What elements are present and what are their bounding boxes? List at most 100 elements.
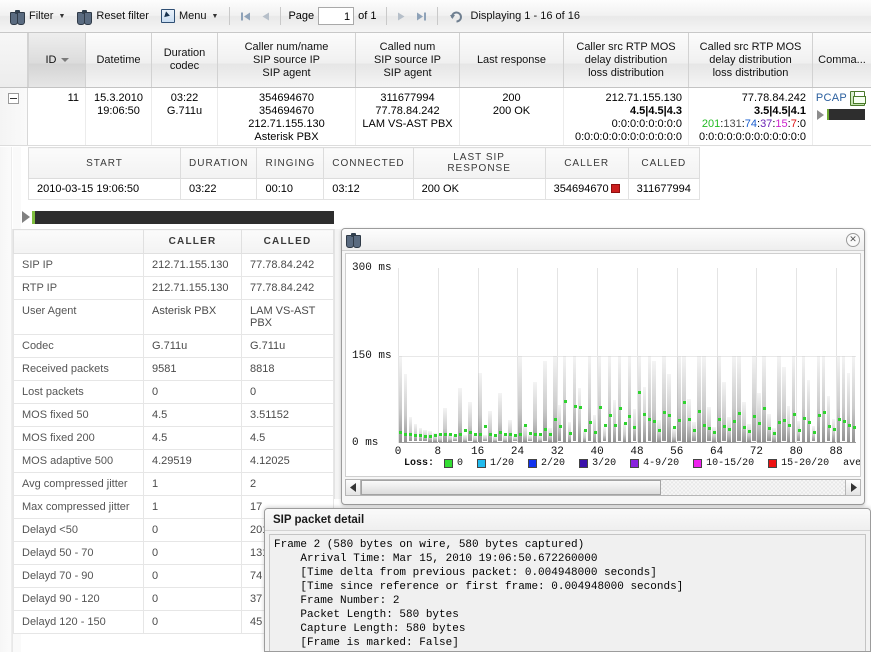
detail-cell-label: MOS adaptive 500 xyxy=(14,450,144,473)
delay-range-bar xyxy=(667,374,671,442)
column-header-called[interactable]: Called num SIP source IP SIP agent xyxy=(356,33,460,87)
filter-label: Filter xyxy=(29,10,53,22)
cell-duration-value: 03:22 xyxy=(152,92,217,105)
binoculars-icon[interactable] xyxy=(346,232,361,247)
pcap-download-link[interactable]: PCAP xyxy=(816,91,865,106)
average-delay-point xyxy=(574,405,577,408)
average-delay-point xyxy=(828,425,831,428)
column-header-called-line2: SIP source IP xyxy=(374,54,441,67)
sip-packet-detail-body[interactable]: Frame 2 (580 bytes on wire, 580 bytes ca… xyxy=(269,534,866,651)
delay-range-bar xyxy=(742,402,746,442)
average-delay-point xyxy=(489,433,492,436)
average-delay-point xyxy=(509,433,512,436)
cell-last-response-code: 200 xyxy=(460,92,563,105)
sip-packet-detail-title: SIP packet detail xyxy=(265,509,870,531)
summary-header-ringing: RINGING xyxy=(257,148,324,179)
prev-page-button[interactable] xyxy=(255,6,275,26)
average-delay-point xyxy=(788,424,791,427)
scroll-right-arrow-icon[interactable] xyxy=(845,480,860,495)
delay-distribution-plot[interactable] xyxy=(398,268,856,443)
sip-detail-line-6: Capture Length: 580 bytes xyxy=(274,622,861,636)
cell-pcap: PCAP xyxy=(813,88,871,145)
detail-cell-label: Delayd 90 - 120 xyxy=(14,588,144,611)
chart-scroll-track[interactable] xyxy=(361,480,845,495)
column-header-duration[interactable]: Duration codec xyxy=(152,33,218,87)
page-number-input[interactable] xyxy=(318,7,354,25)
delay-range-bar xyxy=(633,409,637,441)
delay-range-bar xyxy=(722,382,726,441)
average-delay-point xyxy=(494,434,497,437)
detail-cell-caller: 4.5 xyxy=(144,404,242,427)
average-delay-point xyxy=(683,401,686,404)
delay-range-bar xyxy=(757,393,761,442)
column-header-datetime[interactable]: Datetime xyxy=(86,33,152,87)
column-header-comment[interactable]: Comma... xyxy=(813,33,871,87)
next-page-button[interactable] xyxy=(392,6,412,26)
delay-bucket-0: 201 xyxy=(702,118,720,130)
filter-button[interactable]: Filter ▼ xyxy=(4,5,71,28)
average-delay-point xyxy=(519,433,522,436)
row-audio-player[interactable] xyxy=(817,109,865,120)
chart-scroll-thumb[interactable] xyxy=(361,480,661,495)
play-icon[interactable] xyxy=(22,211,30,223)
average-delay-point xyxy=(624,422,627,425)
column-header-called-rtp-mos[interactable]: Called src RTP MOS delay distribution lo… xyxy=(689,33,813,87)
column-header-caller-rtp-line3: loss distribution xyxy=(576,67,675,80)
average-delay-point xyxy=(803,417,806,420)
delay-range-bar xyxy=(608,356,612,442)
detail-row: User AgentAsterisk PBXLAM VS-AST PBX xyxy=(14,300,334,335)
average-delay-point xyxy=(599,406,602,409)
delay-range-bar xyxy=(762,356,766,442)
legend-swatch xyxy=(579,459,588,468)
average-delay-point xyxy=(713,431,716,434)
audio-progress-bar[interactable] xyxy=(827,109,865,120)
delay-range-bar xyxy=(523,426,527,442)
save-icon[interactable] xyxy=(850,91,865,106)
detail-row: MOS fixed 2004.54.5 xyxy=(14,427,334,450)
legend-label: 3/20 xyxy=(592,458,616,469)
legend-item-5: 10-15/20 xyxy=(693,458,754,469)
detail-cell-called: 77.78.84.242 xyxy=(242,254,334,277)
detail-cell-label: MOS fixed 200 xyxy=(14,427,144,450)
close-icon[interactable]: ✕ xyxy=(846,233,860,247)
chart-horizontal-scrollbar[interactable] xyxy=(345,479,861,496)
menu-button[interactable]: Menu ▼ xyxy=(155,5,224,28)
delay-range-bar xyxy=(717,356,721,442)
average-delay-point xyxy=(698,410,701,413)
reset-filter-button[interactable]: Reset filter xyxy=(71,5,155,28)
cell-caller-agent: Asterisk PBX xyxy=(218,131,355,144)
column-header-caller[interactable]: Caller num/name SIP source IP SIP agent xyxy=(218,33,356,87)
sip-detail-line-1: Arrival Time: Mar 15, 2010 19:06:50.6722… xyxy=(274,552,861,566)
average-delay-point xyxy=(434,434,437,437)
refresh-button[interactable]: Displaying 1 - 16 of 16 xyxy=(443,5,586,28)
call-playback-strip[interactable] xyxy=(22,210,334,224)
column-header-id[interactable]: ID xyxy=(28,33,86,87)
average-delay-point xyxy=(818,414,821,417)
scroll-left-arrow-icon[interactable] xyxy=(346,480,361,495)
average-delay-point xyxy=(813,431,816,434)
detail-cell-caller: 212.71.155.130 xyxy=(144,277,242,300)
table-row[interactable]: 11 15.3.2010 19:06:50 03:22 G.711u 35469… xyxy=(0,88,871,146)
row-collapse-toggle[interactable] xyxy=(0,88,28,145)
detail-cell-called: 77.78.84.242 xyxy=(242,277,334,300)
detail-cell-caller: G.711u xyxy=(144,335,242,358)
first-page-button[interactable] xyxy=(235,6,255,26)
column-header-last-response[interactable]: Last response xyxy=(460,33,564,87)
detail-cell-called: 3.51152 xyxy=(242,404,334,427)
toolbar-separator xyxy=(437,7,438,25)
call-waveform-bar[interactable] xyxy=(32,211,334,224)
cell-called-rtp-loss: 0:0:0:0:0:0:0:0:0:0:0:0 xyxy=(689,131,806,144)
column-header-caller-rtp-mos[interactable]: Caller src RTP MOS delay distribution lo… xyxy=(564,33,689,87)
play-icon[interactable] xyxy=(817,110,824,120)
average-delay-point xyxy=(464,429,467,432)
last-page-button[interactable] xyxy=(412,6,432,26)
detail-cell-caller: 4.5 xyxy=(144,427,242,450)
average-delay-point xyxy=(559,425,562,428)
legend-label: 0 xyxy=(457,458,463,469)
x-axis-line xyxy=(398,442,856,443)
y-axis-label-0: 0 ms xyxy=(352,437,378,449)
delay-range-bar xyxy=(842,356,846,442)
minus-icon[interactable] xyxy=(8,93,19,104)
detail-cell-called: G.711u xyxy=(242,335,334,358)
menu-label: Menu xyxy=(179,10,207,22)
